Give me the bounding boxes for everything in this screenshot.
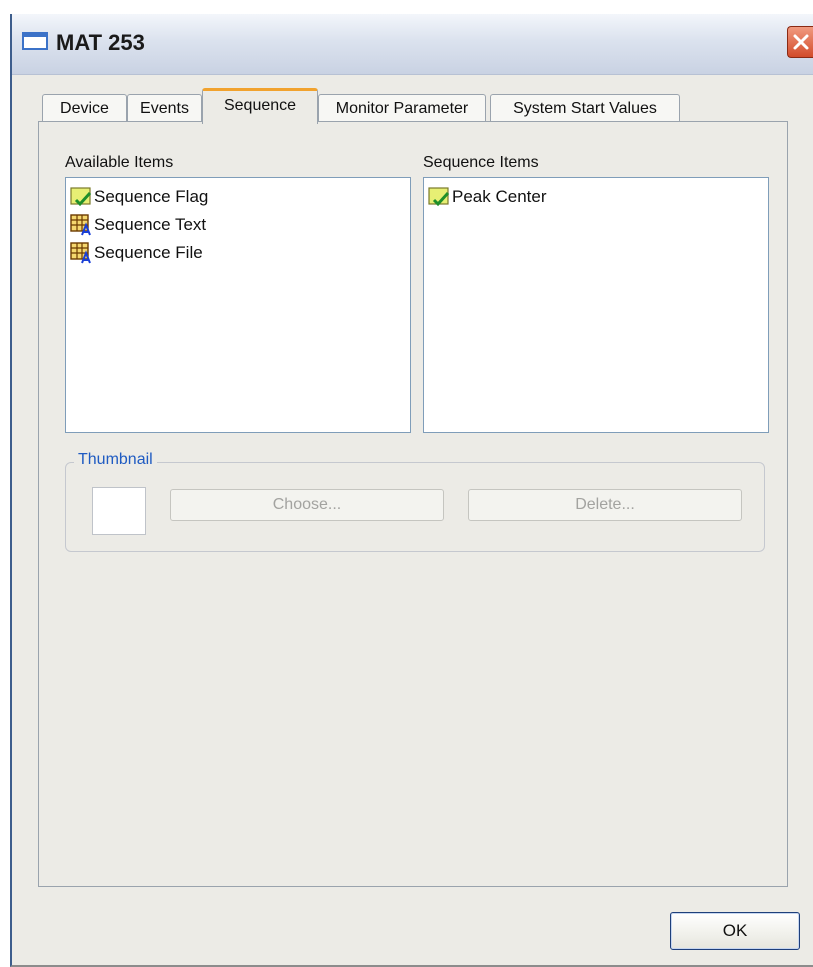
list-item-sequence-file[interactable]: Sequence File [70,240,203,266]
list-item-label: Sequence Flag [94,187,209,206]
title-bar[interactable]: MAT 253 [12,14,813,75]
table-text-icon [70,214,91,236]
ok-button[interactable]: OK [670,912,800,950]
tab-events[interactable]: Events [127,94,202,122]
flag-check-icon [70,187,92,207]
sequence-items-list[interactable]: Peak Center [423,177,769,433]
list-item-sequence-flag[interactable]: Sequence Flag [70,184,208,210]
window-title: MAT 253 [56,30,145,55]
thumbnail-preview [92,487,146,535]
tab-sequence[interactable]: Sequence [202,88,318,124]
sequence-tab-panel: Available Items Sequence Items Sequence … [38,121,788,887]
thumbnail-legend: Thumbnail [74,451,157,469]
close-icon [793,34,808,50]
table-text-icon [70,242,91,264]
sequence-items-label: Sequence Items [423,154,539,171]
tab-monitor-parameter[interactable]: Monitor Parameter [318,94,486,122]
choose-button[interactable]: Choose... [170,489,444,521]
list-item-peak-center[interactable]: Peak Center [428,184,547,210]
delete-button[interactable]: Delete... [468,489,742,521]
list-item-sequence-text[interactable]: Sequence Text [70,212,206,238]
available-items-label: Available Items [65,154,174,171]
tab-system-start-values[interactable]: System Start Values [490,94,680,122]
list-item-label: Peak Center [452,187,547,206]
list-item-label: Sequence File [94,243,203,262]
tab-device[interactable]: Device [42,94,127,122]
thumbnail-groupbox: Thumbnail Choose... Delete... [65,451,765,552]
dialog-window: MAT 253 Device Events Sequence Monitor P… [10,14,813,967]
list-item-label: Sequence Text [94,215,207,234]
window-icon [22,32,48,50]
available-items-list[interactable]: Sequence Flag Sequence Text Sequence Fil… [65,177,411,433]
flag-check-icon [428,187,450,207]
close-button[interactable] [787,26,813,58]
